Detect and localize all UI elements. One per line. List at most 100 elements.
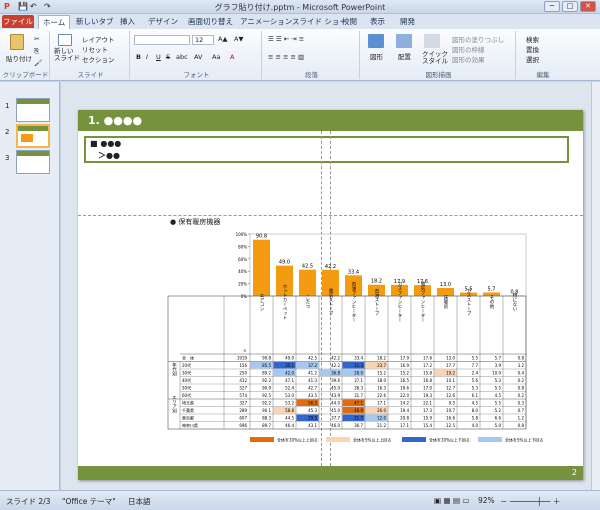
table-cell: 89.2: [262, 371, 271, 376]
table-cell: 5.8: [472, 416, 479, 421]
format-painter-icon[interactable]: 🖌: [34, 59, 42, 67]
tab-view[interactable]: 表示: [366, 15, 389, 29]
table-n-value: 1919: [237, 356, 248, 361]
shape-effects-button[interactable]: 図形の効果: [452, 54, 485, 64]
tab-home[interactable]: ホーム: [38, 15, 71, 29]
strike-button[interactable]: S: [166, 53, 170, 61]
reset-button[interactable]: リセット: [82, 44, 108, 54]
table-cell: 89.7: [262, 423, 271, 428]
arrange-button[interactable]: 配置: [398, 51, 411, 61]
table-cell: 29.5: [308, 416, 317, 421]
table-cell: 43.9: [331, 393, 340, 398]
table-cell: 0.8: [518, 423, 525, 428]
slide-thumbnail-1[interactable]: [16, 98, 50, 122]
table-n-value: 289: [239, 408, 247, 413]
quick-styles-icon[interactable]: [424, 34, 440, 48]
table-cell: 46.0: [331, 423, 340, 428]
table-header-label: エアコン: [259, 293, 264, 312]
slide-header[interactable]: 1. ●●●●: [78, 110, 583, 131]
shape-fill-button[interactable]: 図形の塗りつぶし: [452, 34, 504, 44]
change-case-button[interactable]: Aa: [212, 53, 220, 61]
tab-insert[interactable]: 挿入: [116, 15, 139, 29]
table-header-label: 石油ストーブ: [374, 288, 379, 316]
bar-chart[interactable]: 100% 80% 60% 40% 20% 0% 90.8 49.0 42.5 42.2 33.4 18…: [78, 220, 583, 460]
slide-thumbnail-2[interactable]: [16, 124, 50, 148]
shapes-button[interactable]: 図形: [370, 51, 383, 61]
paste-icon[interactable]: [10, 34, 24, 50]
drawing-group-label: 図形描画: [425, 71, 452, 79]
table-cell: 28.0: [354, 371, 363, 376]
select-button[interactable]: 選択: [526, 54, 539, 64]
slide-footer: 2: [78, 466, 583, 480]
maximize-button[interactable]: □: [562, 1, 578, 12]
tab-transitions[interactable]: 画面切り替え: [184, 15, 237, 29]
char-spacing-button[interactable]: AV: [194, 53, 202, 61]
shape-outline-button[interactable]: 図形の枠線: [452, 44, 485, 54]
table-cell: 5.7: [495, 356, 502, 361]
shadow-button[interactable]: abc: [176, 53, 188, 61]
bullet-textbox[interactable]: ■ ●●● ＞●●: [84, 136, 569, 163]
tab-developer[interactable]: 開発: [396, 15, 419, 29]
bold-button[interactable]: B: [136, 53, 141, 61]
bullets-icon[interactable]: ☰ ☰ ⇤ ⇥ ≡: [268, 35, 304, 43]
table-cell: 5.5: [472, 356, 479, 361]
close-button[interactable]: ✕: [580, 1, 596, 12]
slide-indicator: スライド 2/3: [6, 497, 51, 506]
copy-icon[interactable]: ⎘: [34, 47, 39, 56]
table-cell: 21.2: [377, 423, 386, 428]
tab-file[interactable]: ファイル: [2, 15, 34, 28]
table-row-label: 東京都: [182, 415, 194, 421]
shapes-icon[interactable]: [368, 34, 384, 48]
legend-swatch: [250, 437, 274, 442]
language[interactable]: 日本語: [128, 496, 151, 507]
section-button[interactable]: セクション: [82, 54, 115, 64]
font-size-select[interactable]: 12: [192, 35, 214, 45]
table-cell: 17.1: [400, 423, 409, 428]
zoom-level[interactable]: 92%: [478, 496, 495, 505]
layout-button[interactable]: レイアウト: [82, 34, 115, 44]
table-cell: 22.6: [377, 393, 386, 398]
cut-icon[interactable]: ✂: [34, 35, 39, 43]
table-cell: 20.8: [400, 416, 409, 421]
table-cell: 46.4: [285, 423, 294, 428]
font-name-select[interactable]: [134, 35, 190, 45]
slide-thumbnail-3[interactable]: [16, 150, 50, 174]
table-cell: 6.1: [472, 393, 479, 398]
arrange-icon[interactable]: [396, 34, 412, 48]
slide[interactable]: 1. ●●●● ■ ●●● ＞●● ● 保有暖房機器 100% 80% 60% 40%…: [78, 110, 583, 480]
tab-design[interactable]: デザイン: [144, 15, 182, 29]
tab-new[interactable]: 新しいタブ: [72, 15, 118, 29]
font-color-button[interactable]: A: [230, 53, 234, 61]
shrink-font-icon[interactable]: A▼: [234, 35, 243, 43]
table-cell: 10.7: [446, 408, 455, 413]
zoom-slider[interactable]: － ──────┼── ＋: [500, 496, 560, 507]
table-cell: 47.1: [285, 378, 294, 383]
table-cell: 17.6: [423, 356, 432, 361]
quick-styles-button[interactable]: クイック スタイル: [422, 51, 448, 65]
table-cell: 17.9: [400, 356, 409, 361]
tab-review[interactable]: 校閲: [338, 15, 361, 29]
new-slide-icon[interactable]: [58, 34, 72, 46]
table-cell: 26.0: [377, 408, 386, 413]
italic-button[interactable]: I: [146, 53, 148, 61]
vertical-scrollbar[interactable]: [591, 82, 600, 490]
view-buttons-icon[interactable]: ▣ ▦ ▤ ▭: [434, 496, 470, 505]
table-cell: 42.7: [308, 386, 317, 391]
bar-value-label: 49.0: [279, 260, 290, 266]
find-button[interactable]: 検索: [526, 34, 539, 44]
table-cell: 17.7: [446, 363, 455, 368]
align-icon[interactable]: ≡ ≡ ≡ ≡ ▥: [268, 53, 304, 61]
table-cell: 3.9: [495, 363, 502, 368]
replace-button[interactable]: 置換: [526, 44, 539, 54]
grow-font-icon[interactable]: A▲: [218, 35, 227, 43]
ribbon-tabs: ホーム 新しいタブ 挿入 デザイン 画面切り替え アニメーション スライド ショ…: [0, 14, 600, 29]
group-clipboard: 貼り付け ✂ ⎘ 🖌 クリップボード: [2, 31, 50, 79]
underline-button[interactable]: U: [156, 53, 161, 61]
table-n-value: 156: [239, 363, 247, 368]
table-n-value: 250: [239, 371, 247, 376]
minimize-button[interactable]: ─: [544, 1, 560, 12]
paste-button[interactable]: 貼り付け: [6, 53, 32, 63]
new-slide-button[interactable]: 新しい スライド: [54, 48, 80, 62]
theme-name: "Office テーマ": [62, 497, 116, 506]
table-cell: 0.3: [518, 401, 525, 406]
